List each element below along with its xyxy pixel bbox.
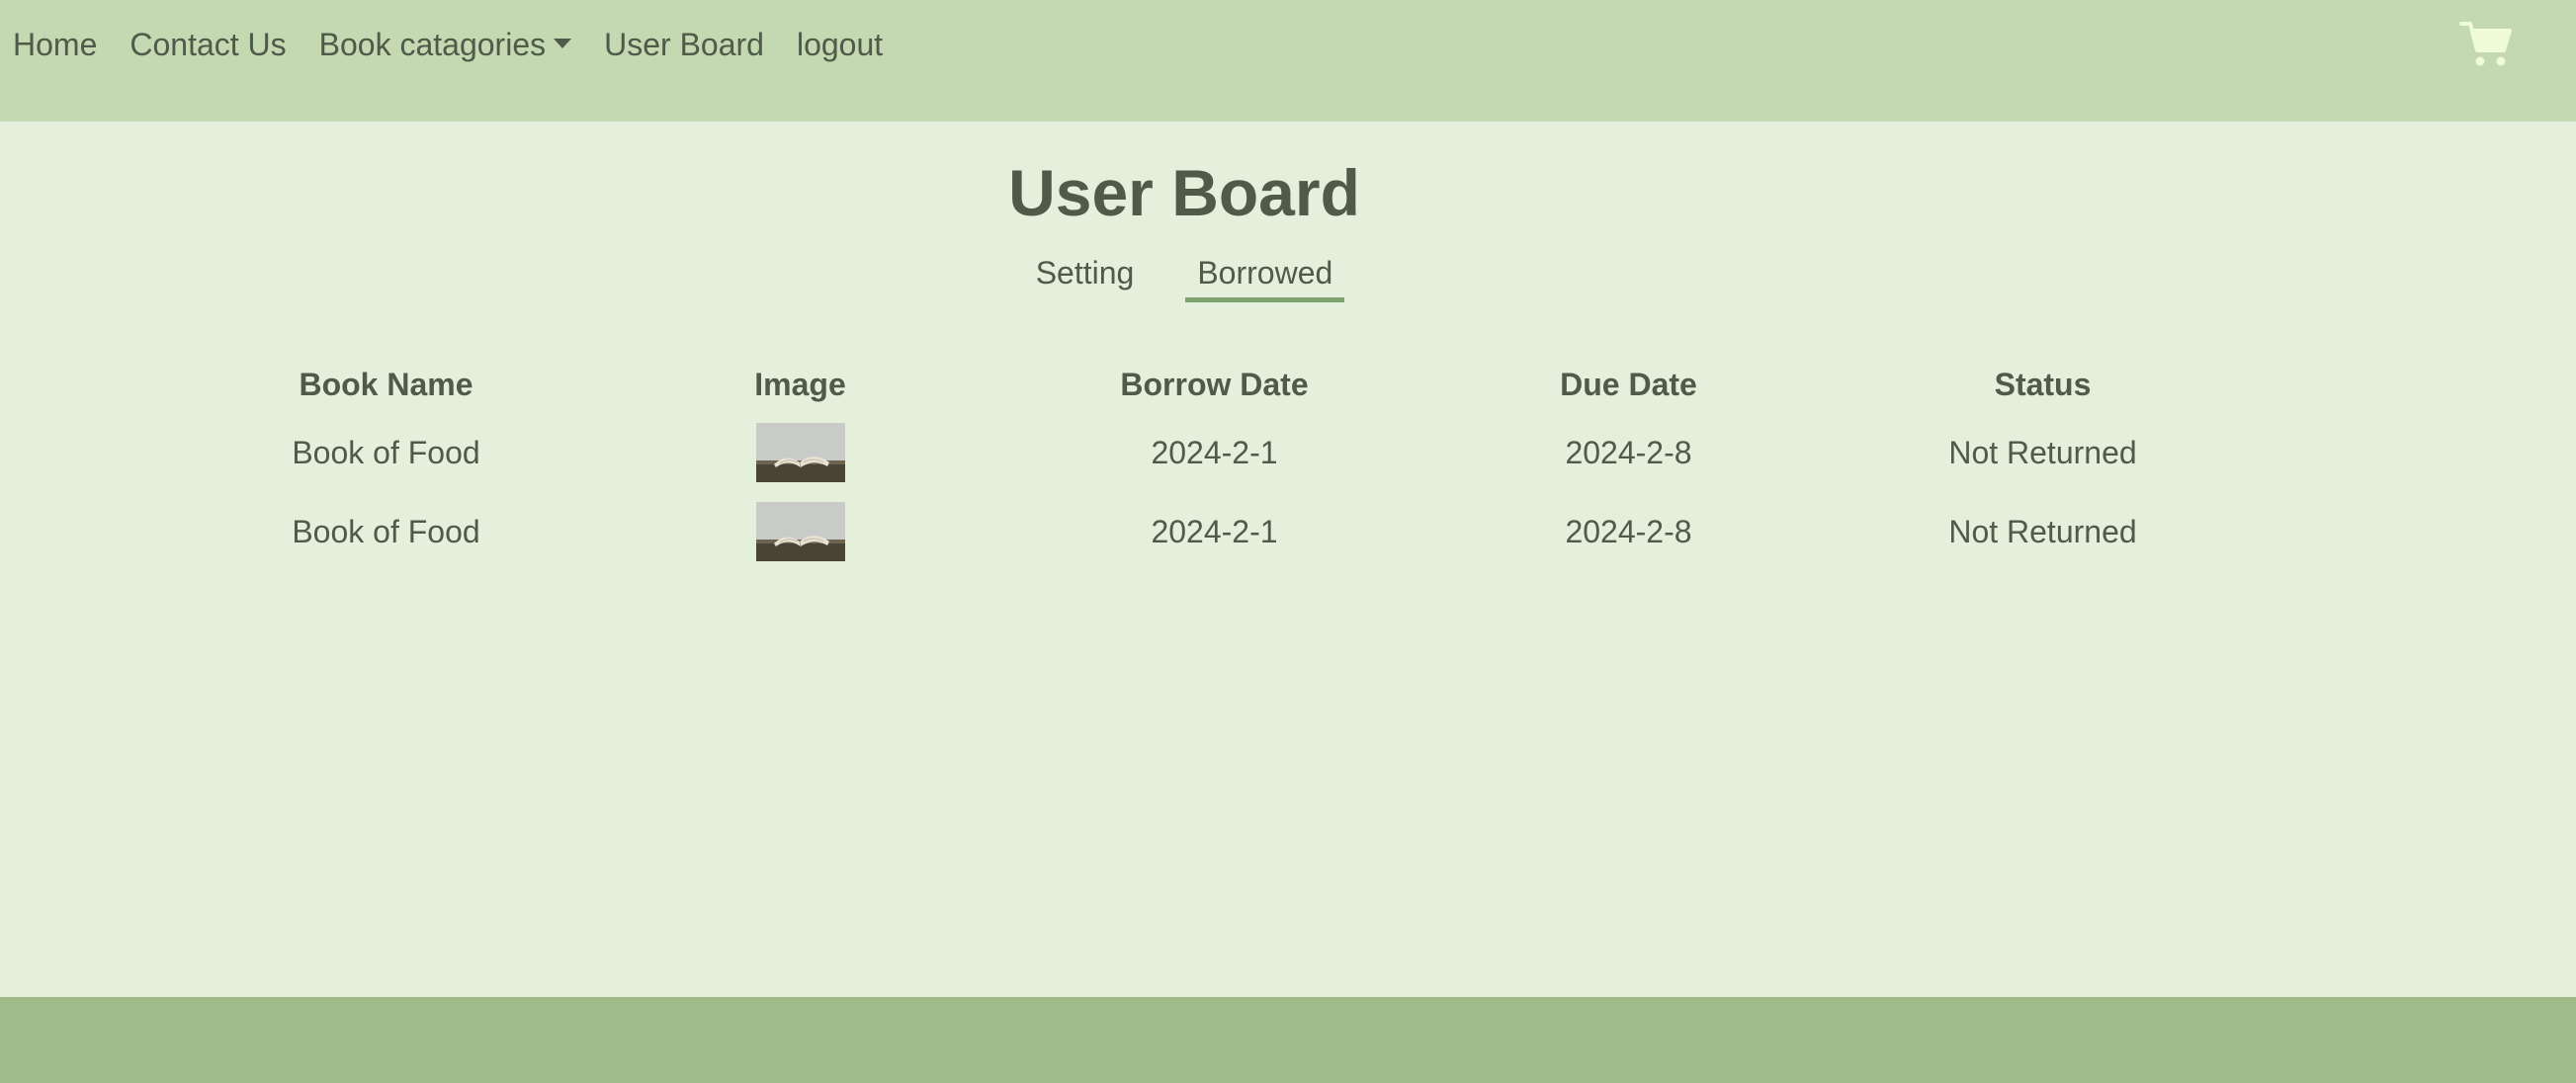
shopping-cart-icon[interactable] [2459,20,2513,69]
nav-home-link[interactable]: Home [13,24,97,65]
column-header-due-date: Due Date [1560,366,1697,402]
nav-book-categories-dropdown[interactable]: Book catagories [318,24,572,65]
caret-down-icon [554,38,572,48]
nav-book-categories-label: Book catagories [318,27,547,62]
table-row: Book of Food 2024-2-1 2024-2-8 Not Retur… [179,413,2250,492]
book-name-cell: Book of Food [292,434,480,470]
tab-borrowed[interactable]: Borrowed [1185,252,1345,302]
book-image-cell [593,492,1007,571]
nav-links: Home Contact Us Book catagories User Boa… [13,24,883,65]
borrowed-books-table: Book Name Image Borrow Date Due Date Sta… [179,356,2250,571]
column-header-borrow-date: Borrow Date [1120,366,1309,402]
nav-logout-link[interactable]: logout [797,24,883,65]
column-header-image: Image [754,366,846,402]
borrow-date-cell: 2024-2-1 [1151,513,1278,549]
table-header-row: Book Name Image Borrow Date Due Date Sta… [179,356,2250,413]
table-row: Book of Food 2024-2-1 2024-2-8 Not Retur… [179,492,2250,571]
column-header-book-name: Book Name [299,366,473,402]
open-book-photo [755,423,845,482]
status-cell: Not Returned [1948,434,2137,470]
tab-setting[interactable]: Setting [1024,252,1147,302]
borrow-date-cell: 2024-2-1 [1151,434,1278,470]
page-footer [0,997,2576,1083]
book-image-cell [593,413,1007,492]
page-title: User Board [1008,156,1360,229]
column-header-status: Status [1994,366,2092,402]
board-tabs: Setting Borrowed [0,252,2368,302]
top-navbar: Home Contact Us Book catagories User Boa… [0,0,2576,122]
status-cell: Not Returned [1948,513,2137,549]
due-date-cell: 2024-2-8 [1565,513,1692,549]
open-book-photo [755,502,845,561]
book-name-cell: Book of Food [292,513,480,549]
nav-user-board-link[interactable]: User Board [604,24,764,65]
due-date-cell: 2024-2-8 [1565,434,1692,470]
nav-contact-link[interactable]: Contact Us [129,24,286,65]
